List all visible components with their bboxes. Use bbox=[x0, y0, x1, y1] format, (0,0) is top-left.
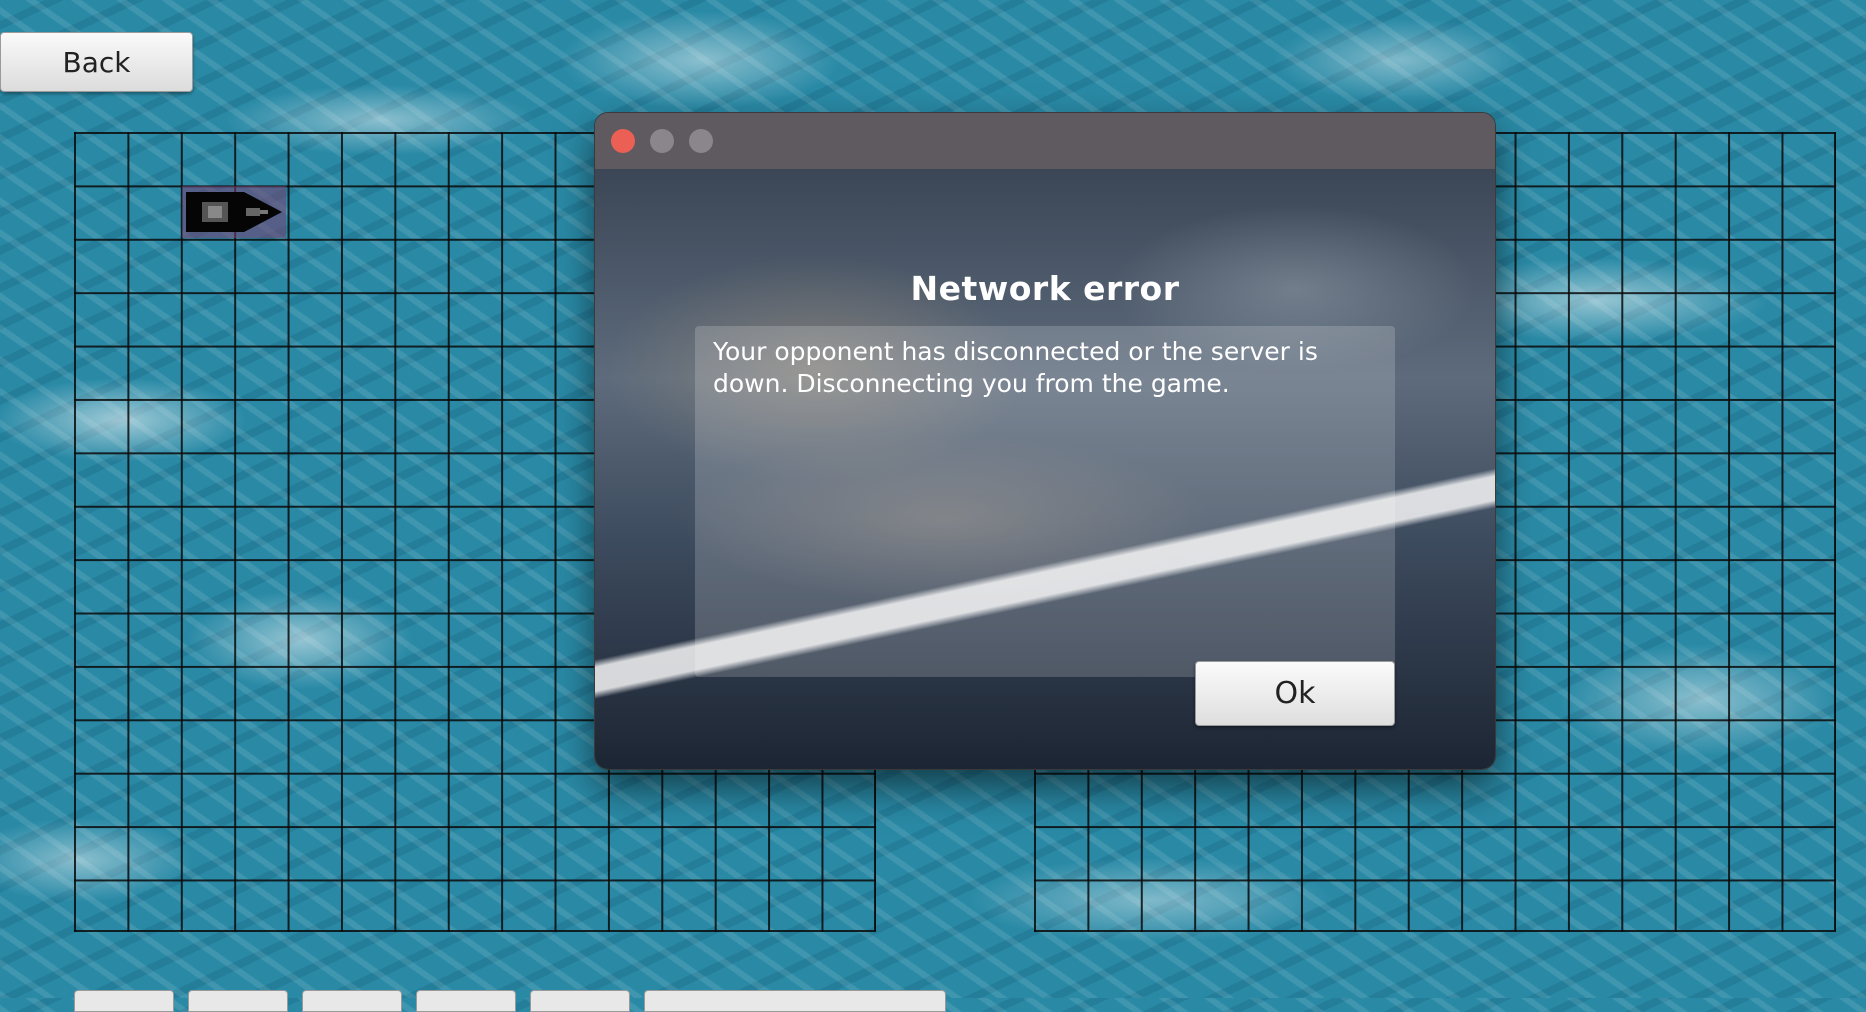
error-message: Your opponent has disconnected or the se… bbox=[695, 326, 1395, 677]
minimize-window-icon[interactable] bbox=[650, 129, 674, 153]
ok-button[interactable]: Ok bbox=[1195, 661, 1395, 726]
bottom-tab[interactable] bbox=[74, 990, 174, 1012]
bottom-tab[interactable] bbox=[302, 990, 402, 1012]
player-ship[interactable] bbox=[182, 186, 286, 238]
bottom-tab[interactable] bbox=[530, 990, 630, 1012]
dialog-background: Network error Your opponent has disconne… bbox=[595, 169, 1495, 769]
bottom-toolbar bbox=[74, 990, 946, 1012]
dialog-title: Network error bbox=[910, 269, 1180, 308]
dialog-titlebar bbox=[595, 113, 1495, 169]
bottom-tab[interactable] bbox=[644, 990, 946, 1012]
network-error-dialog: Network error Your opponent has disconne… bbox=[594, 112, 1496, 770]
zoom-window-icon[interactable] bbox=[689, 129, 713, 153]
bottom-tab[interactable] bbox=[188, 990, 288, 1012]
bottom-tab[interactable] bbox=[416, 990, 516, 1012]
ship-icon bbox=[186, 192, 282, 232]
close-window-icon[interactable] bbox=[611, 129, 635, 153]
back-button[interactable]: Back bbox=[0, 32, 193, 92]
